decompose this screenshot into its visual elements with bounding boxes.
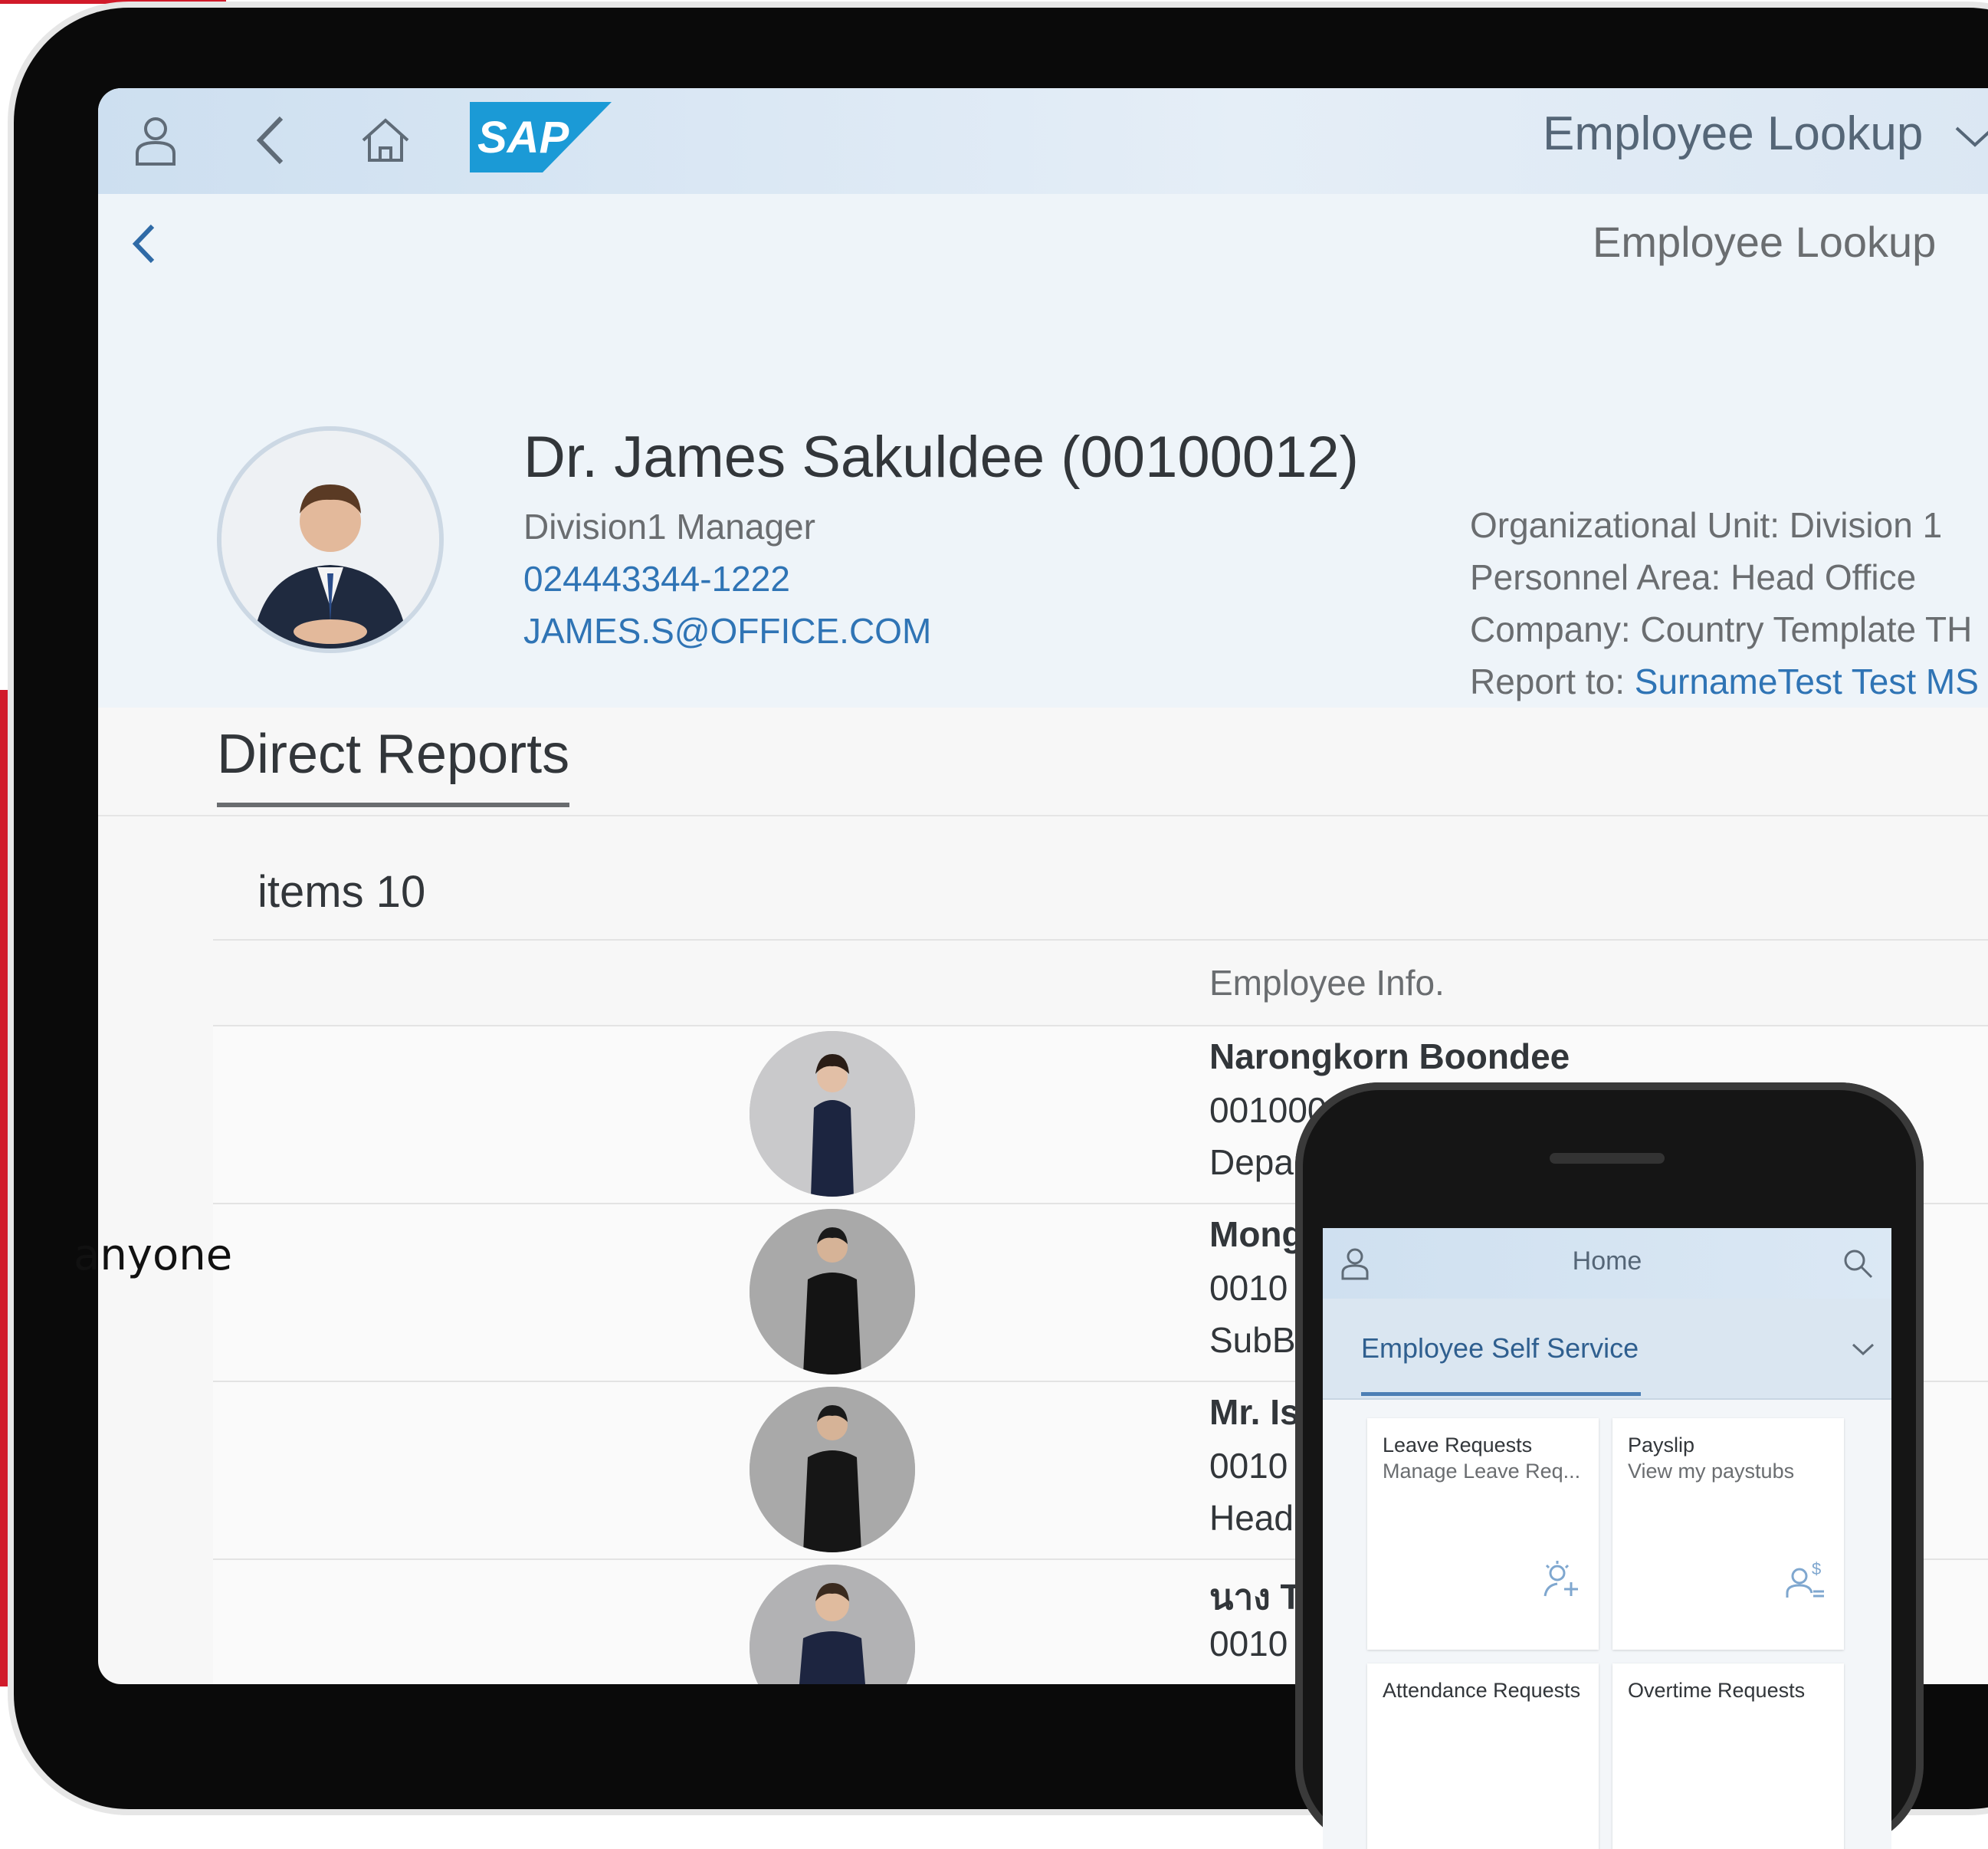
tile-subtitle: View my paystubs — [1628, 1460, 1795, 1483]
leave-request-icon — [1539, 1558, 1582, 1601]
employee-header: Dr. James Sakuldee (00100012) Division1 … — [98, 301, 1988, 708]
chevron-down-icon — [1955, 126, 1988, 147]
app-title: Employee Lookup — [1543, 107, 1924, 160]
row-employee-name: นาง T — [1209, 1577, 1302, 1617]
phone-device-frame: Home Employee Self Service Leave Request… — [1295, 1082, 1924, 1849]
phone-group-selector[interactable]: Employee Self Service — [1323, 1299, 1891, 1400]
column-header-employee-info: Employee Info. — [1209, 963, 1445, 1003]
report-to-label: Report to: — [1470, 662, 1635, 701]
row-employee-id: 0010 — [1209, 1446, 1288, 1486]
sap-logo: SAP — [470, 102, 612, 172]
report-to: Report to: SurnameTest Test MS — [1470, 661, 1979, 702]
tile-payslip[interactable]: Payslip View my paystubs $ — [1612, 1418, 1844, 1650]
phone-speaker — [1550, 1153, 1665, 1164]
employee-photo — [750, 1387, 915, 1552]
tile-subtitle: Manage Leave Req... — [1383, 1460, 1581, 1483]
employee-avatar — [217, 426, 444, 653]
phone-shell-bar: Home — [1323, 1228, 1891, 1299]
employee-photo — [750, 1565, 915, 1684]
svg-text:$: $ — [1812, 1559, 1821, 1578]
tile-overtime-requests[interactable]: Overtime Requests — [1612, 1663, 1844, 1849]
tile-title: Overtime Requests — [1628, 1679, 1806, 1702]
tile-leave-requests[interactable]: Leave Requests Manage Leave Req... — [1367, 1418, 1599, 1650]
app-title-menu[interactable]: Employee Lookup — [1543, 107, 1988, 161]
row-employee-id: 0010 — [1209, 1624, 1288, 1663]
page-header-bar: Employee Lookup — [98, 194, 1988, 303]
brand-accent-bar — [0, 0, 226, 4]
svg-text:SAP: SAP — [477, 113, 569, 163]
back-icon[interactable] — [240, 110, 301, 171]
home-icon[interactable] — [355, 110, 416, 171]
chevron-down-icon — [1850, 1340, 1876, 1358]
employee-phone-link[interactable]: 024443344-1222 — [523, 558, 790, 599]
employee-photo — [750, 1209, 915, 1374]
row-employee-dept: Head — [1209, 1498, 1294, 1538]
row-employee-dept: Depa — [1209, 1142, 1294, 1182]
org-unit: Organizational Unit: Division 1 — [1470, 505, 1943, 545]
phone-group-label: Employee Self Service — [1361, 1332, 1639, 1364]
row-employee-name: Mr. Is — [1209, 1392, 1300, 1432]
row-employee-name: Mong — [1209, 1214, 1304, 1254]
phone-group-underline — [1361, 1392, 1641, 1396]
employee-email-link[interactable]: JAMES.S@OFFICE.COM — [523, 610, 931, 652]
table-header-row: Employee Info. — [213, 939, 1988, 1026]
employee-photo — [750, 1031, 915, 1197]
report-to-link[interactable]: SurnameTest Test MS — [1635, 662, 1979, 701]
employee-name: Dr. James Sakuldee (00100012) — [523, 425, 1359, 490]
page-title: Employee Lookup — [1593, 218, 1937, 266]
search-icon[interactable] — [1839, 1245, 1876, 1282]
phone-home-title: Home — [1572, 1246, 1642, 1276]
row-employee-id: 0010 — [1209, 1268, 1288, 1308]
tile-attendance-requests[interactable]: Attendance Requests — [1367, 1663, 1599, 1849]
tile-title: Payslip — [1628, 1434, 1695, 1457]
user-icon[interactable] — [125, 110, 186, 171]
row-employee-dept: SubB — [1209, 1320, 1296, 1360]
payslip-icon: $ — [1784, 1558, 1827, 1601]
items-count: items 10 — [258, 867, 426, 917]
tile-title: Attendance Requests — [1383, 1679, 1581, 1702]
overlay-caption: anyone — [74, 1230, 233, 1280]
row-employee-name: Narongkorn Boondee — [1209, 1036, 1570, 1076]
employee-role: Division1 Manager — [523, 507, 815, 547]
tab-bar: Direct Reports — [98, 708, 1988, 816]
phone-screen: Home Employee Self Service Leave Request… — [1323, 1228, 1891, 1849]
shell-bar: SAP Employee Lookup — [98, 88, 1988, 194]
tab-direct-reports[interactable]: Direct Reports — [217, 723, 570, 807]
company: Company: Country Template TH — [1470, 609, 1973, 649]
personnel-area: Personnel Area: Head Office — [1470, 557, 1917, 597]
nav-back-icon[interactable] — [125, 217, 186, 278]
tile-title: Leave Requests — [1383, 1434, 1533, 1457]
